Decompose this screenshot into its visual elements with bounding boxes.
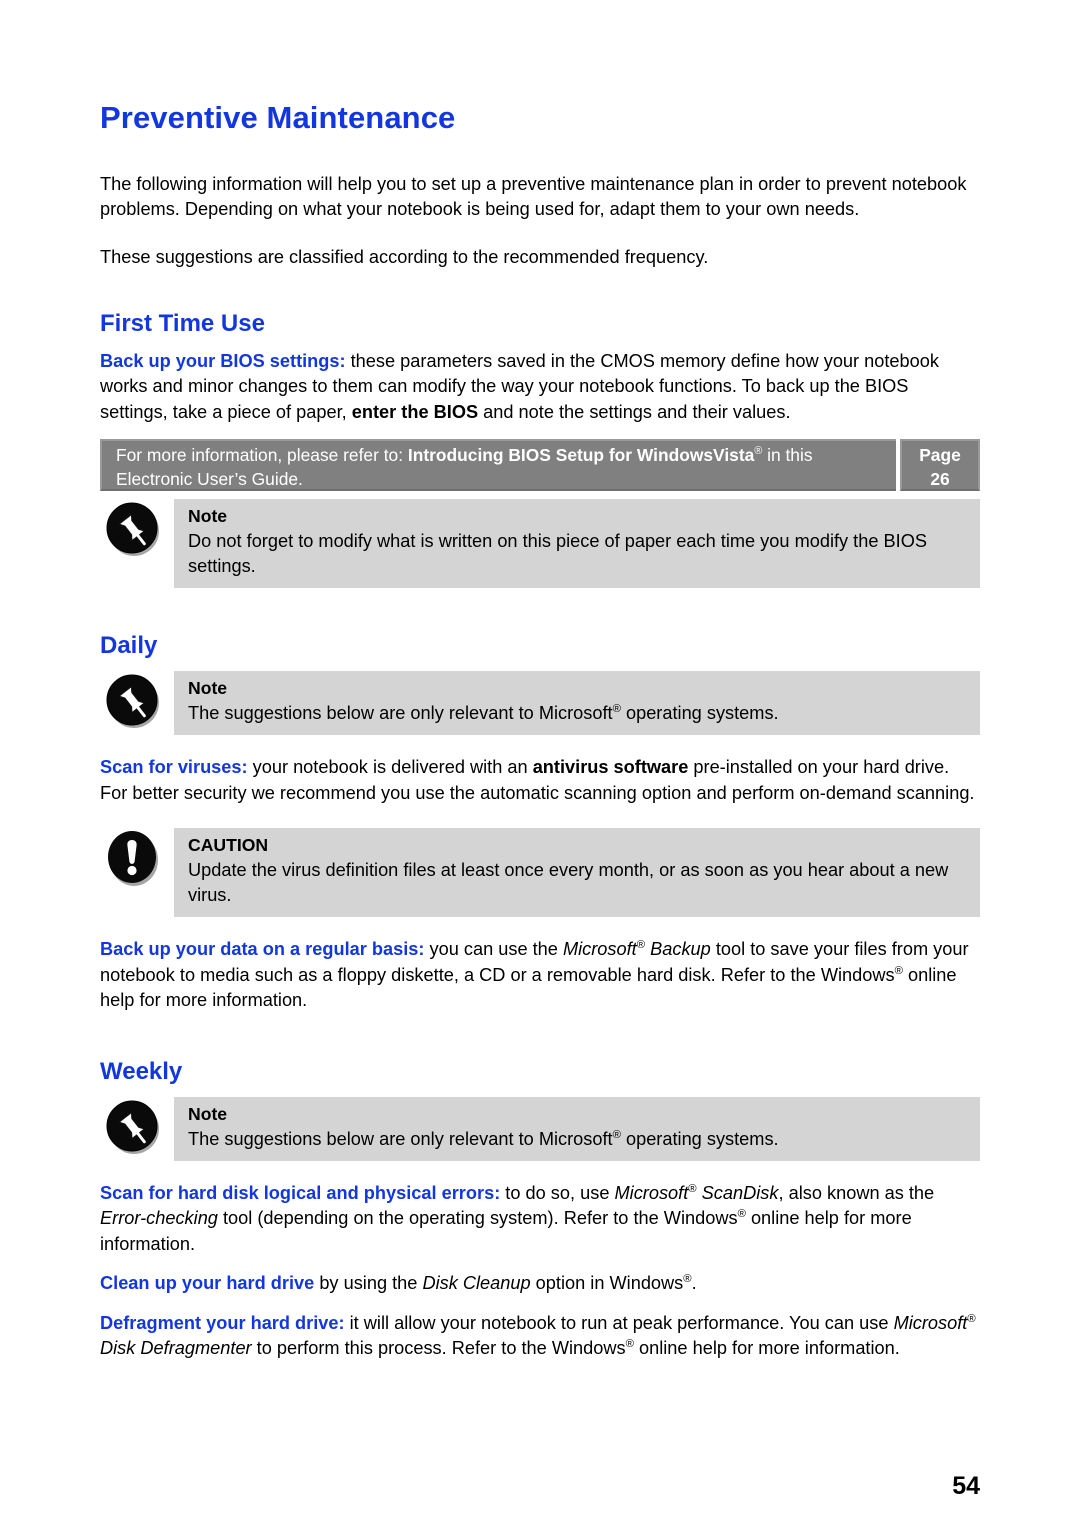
scandisk-lead: Scan for hard disk logical and physical …: [100, 1182, 501, 1203]
bios-backup-text-b: and note the settings and their values.: [478, 401, 791, 422]
registered-mark-icon: ®: [636, 939, 646, 952]
scan-viruses-lead: Scan for viruses:: [100, 757, 248, 778]
note-title-weekly: Note: [188, 1103, 228, 1124]
scan-viruses-text-a: your notebook is delivered with an: [247, 757, 533, 778]
bios-backup-bold: enter the BIOS: [351, 401, 479, 422]
intro-paragraph-1: The following information will help you …: [100, 173, 967, 220]
note-text-weekly-b: operating systems.: [620, 1128, 779, 1149]
registered-mark-icon: ®: [625, 1337, 634, 1350]
registered-mark-icon: ®: [612, 1128, 621, 1141]
defragment-italic-2: Disk Defragmenter: [100, 1338, 252, 1359]
scandisk-italic-2: ScanDisk: [696, 1182, 779, 1203]
backup-data-lead: Back up your data on a regular basis:: [100, 939, 425, 960]
note-body-bios: Note Do not forget to modify what is wri…: [174, 499, 980, 589]
note-body-daily: Note The suggestions below are only rele…: [174, 671, 980, 736]
caution-body: CAUTION Update the virus definition file…: [174, 828, 980, 918]
pushpin-icon: [100, 499, 174, 559]
section-heading-first-time-use: First Time Use: [100, 310, 265, 338]
note-callout-daily: Note The suggestions below are only rele…: [100, 671, 980, 736]
refer-to-prefix: For more information, please refer to:: [116, 445, 408, 466]
note-callout-bios: Note Do not forget to modify what is wri…: [100, 499, 980, 589]
defragment-italic-1: Microsoft: [893, 1312, 968, 1333]
pushpin-icon: [100, 671, 174, 731]
bios-backup-lead: Back up your BIOS settings:: [100, 350, 346, 371]
note-text-bios: Do not forget to modify what is written …: [188, 531, 927, 577]
cleanup-paragraph: Clean up your hard drive by using the Di…: [100, 1271, 980, 1297]
backup-data-italic-1: Microsoft: [562, 939, 637, 960]
section-heading-daily: Daily: [100, 632, 158, 660]
note-callout-weekly: Note The suggestions below are only rele…: [100, 1096, 980, 1161]
scan-viruses-paragraph: Scan for viruses: your notebook is deliv…: [100, 755, 980, 806]
cleanup-lead: Clean up your hard drive: [100, 1273, 315, 1294]
defragment-text-a: it will allow your notebook to run at pe…: [344, 1312, 894, 1333]
backup-data-text-a: you can use the: [424, 939, 563, 960]
backup-data-italic-2: Backup: [645, 939, 711, 960]
refer-to-title-a: Introducing BIOS Setup for Windows: [407, 445, 714, 466]
caution-title: CAUTION: [188, 835, 269, 856]
scandisk-italic-3: Error-checking: [100, 1208, 218, 1229]
note-text-daily-b: operating systems.: [620, 703, 779, 724]
footer-page-number: 54: [952, 1472, 980, 1500]
scandisk-text-b: , also known as the: [778, 1182, 935, 1203]
refer-to-page-box: Page 26: [900, 439, 980, 492]
refer-to-page-value: 26: [930, 469, 950, 490]
defragment-paragraph: Defragment your hard drive: it will allo…: [100, 1311, 980, 1362]
scandisk-italic-1: Microsoft: [614, 1182, 689, 1203]
scandisk-paragraph: Scan for hard disk logical and physical …: [100, 1181, 980, 1258]
note-text-daily: The suggestions below are only relevant …: [188, 701, 966, 726]
registered-mark-icon: ®: [737, 1207, 746, 1220]
defragment-lead: Defragment your hard drive:: [100, 1312, 345, 1333]
exclamation-icon: [100, 828, 174, 888]
scandisk-text-c: tool (depending on the operating system)…: [217, 1208, 738, 1229]
note-body-weekly: Note The suggestions below are only rele…: [174, 1096, 980, 1161]
registered-mark-icon: ®: [683, 1272, 692, 1285]
cleanup-italic: Disk Cleanup: [422, 1273, 531, 1294]
page-title: Preventive Maintenance: [100, 100, 456, 135]
bios-backup-paragraph: Back up your BIOS settings: these parame…: [100, 349, 980, 426]
registered-mark-icon: ®: [612, 703, 621, 716]
cleanup-text-a: by using the: [314, 1273, 423, 1294]
section-heading-weekly: Weekly: [100, 1057, 183, 1085]
refer-to-callout: For more information, please refer to: I…: [100, 439, 980, 492]
pushpin-icon: [100, 1097, 174, 1157]
caution-callout: CAUTION Update the virus definition file…: [100, 828, 980, 918]
refer-to-text: For more information, please refer to: I…: [100, 439, 896, 492]
scandisk-text-a: to do so, use: [500, 1182, 615, 1203]
registered-mark-icon: ®: [894, 964, 903, 977]
defragment-text-c: online help for more information.: [633, 1338, 900, 1359]
caution-text: Update the virus definition files at lea…: [188, 860, 949, 906]
refer-to-page-label: Page: [919, 445, 961, 466]
note-title-daily: Note: [188, 678, 228, 699]
cleanup-text-c: .: [691, 1273, 697, 1294]
document-page: Preventive Maintenance The following inf…: [0, 0, 1080, 1527]
registered-mark-icon: ®: [688, 1182, 697, 1195]
scan-viruses-bold: antivirus software: [532, 757, 689, 778]
note-text-weekly-a: The suggestions below are only relevant …: [188, 1128, 613, 1149]
registered-mark-icon: ®: [967, 1312, 976, 1325]
note-title-bios: Note: [188, 506, 228, 527]
note-text-weekly: The suggestions below are only relevant …: [188, 1127, 966, 1152]
backup-data-paragraph: Back up your data on a regular basis: yo…: [100, 937, 980, 1014]
refer-to-title-b: Vista: [713, 445, 755, 466]
intro-paragraph-2: These suggestions are classified accordi…: [100, 246, 709, 267]
defragment-text-b: to perform this process. Refer to the Wi…: [251, 1338, 626, 1359]
note-text-daily-a: The suggestions below are only relevant …: [188, 703, 613, 724]
cleanup-text-b: option in Windows: [530, 1273, 684, 1294]
